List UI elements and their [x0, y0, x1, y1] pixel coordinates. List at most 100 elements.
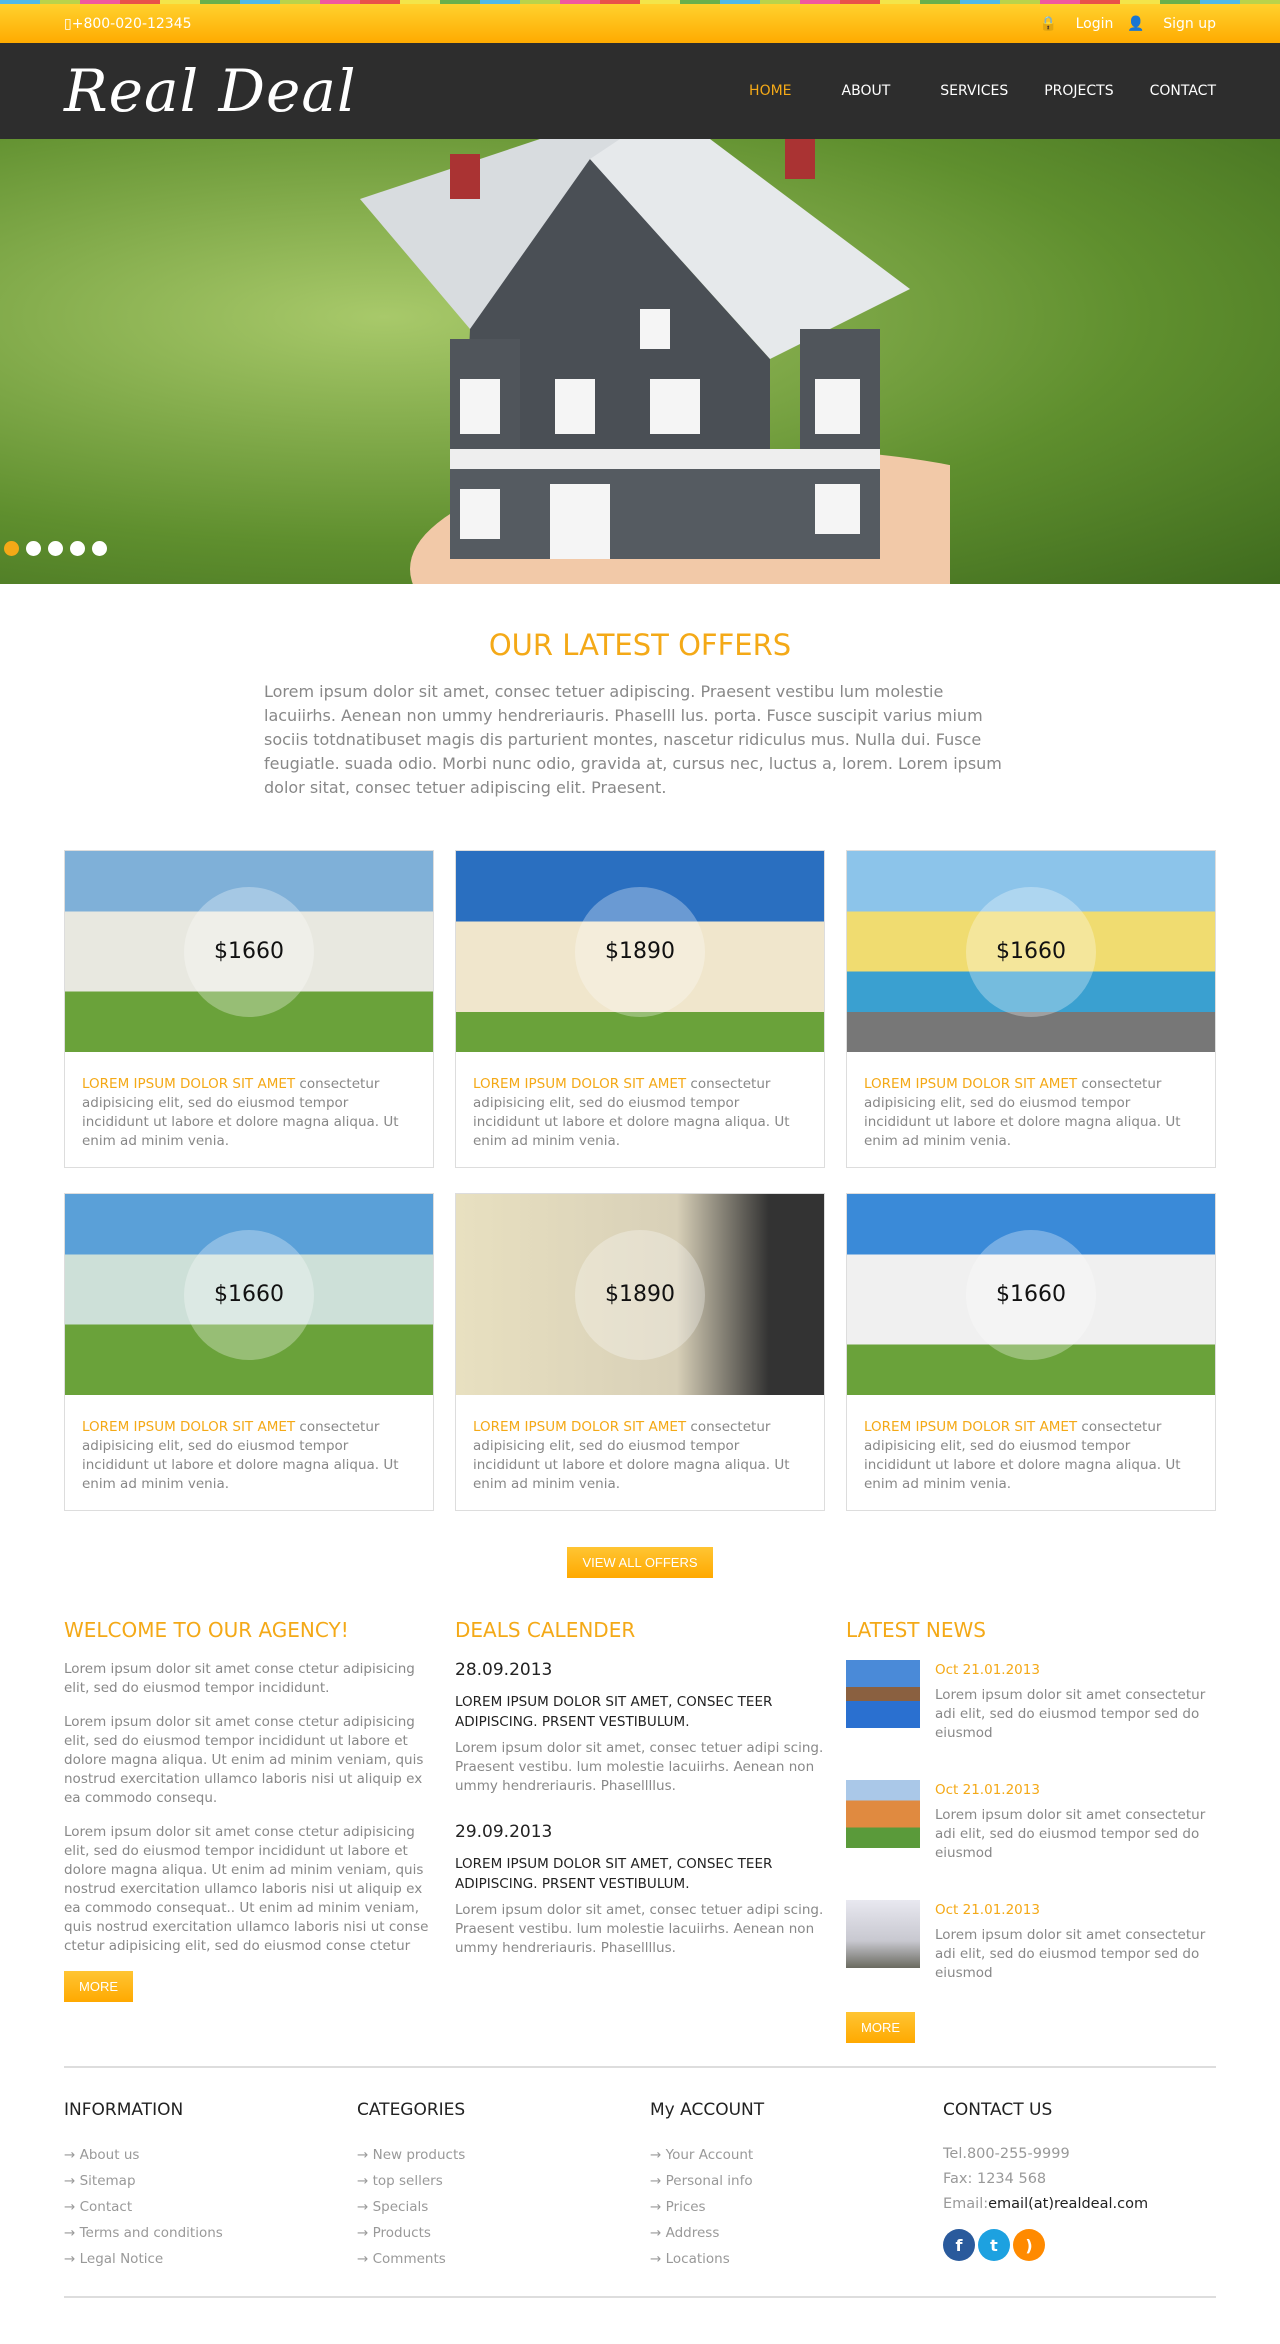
arrow-icon: →	[64, 2225, 76, 2241]
offer-image[interactable]: $1660	[847, 1194, 1215, 1395]
footer-link-label: top sellers	[372, 2173, 443, 2189]
nav-services[interactable]: SERVICES	[940, 83, 1008, 99]
offer-image[interactable]: $1890	[456, 1194, 824, 1395]
news-date[interactable]: Oct 21.01.2013	[935, 1782, 1216, 1798]
offer-lead[interactable]: LOREM IPSUM DOLOR SIT AMET	[473, 1076, 686, 1092]
arrow-icon: →	[650, 2251, 662, 2267]
news-item: Oct 21.01.2013 Lorem ipsum dolor sit amet…	[846, 1900, 1216, 1983]
footer-link-label: Contact	[79, 2199, 133, 2215]
deal-title[interactable]: LOREM IPSUM DOLOR SIT AMET, CONSEC TEER …	[455, 1854, 825, 1894]
arrow-icon: →	[650, 2199, 662, 2215]
offers-intro: Lorem ipsum dolor sit amet, consec tetue…	[264, 682, 1002, 797]
arrow-icon: →	[64, 2147, 76, 2163]
arrow-icon: →	[64, 2173, 76, 2189]
footer-link[interactable]: → Legal Notice	[64, 2246, 357, 2272]
news-date[interactable]: Oct 21.01.2013	[935, 1902, 1216, 1918]
footer-link-label: Sitemap	[79, 2173, 136, 2189]
hero-slider	[0, 139, 1280, 584]
contact-email[interactable]: email(at)realdeal.com	[988, 2196, 1148, 2212]
offer-card[interactable]: $1660 LOREM IPSUM DOLOR SIT AMET consecte…	[846, 1193, 1216, 1511]
footer-link[interactable]: → Personal info	[650, 2168, 943, 2194]
twitter-icon[interactable]: t	[978, 2229, 1010, 2261]
offer-lead[interactable]: LOREM IPSUM DOLOR SIT AMET	[82, 1076, 295, 1092]
nav-about[interactable]: ABOUT	[842, 83, 891, 99]
footer-link[interactable]: → Prices	[650, 2194, 943, 2220]
offer-card[interactable]: $1890 LOREM IPSUM DOLOR SIT AMET consecte…	[455, 1193, 825, 1511]
arrow-icon: →	[357, 2199, 369, 2215]
slider-dot[interactable]	[48, 541, 63, 556]
offer-lead[interactable]: LOREM IPSUM DOLOR SIT AMET	[864, 1076, 1077, 1092]
nav-home[interactable]: HOME	[749, 83, 791, 99]
offer-image[interactable]: $1660	[65, 851, 433, 1052]
footer-link[interactable]: → Address	[650, 2220, 943, 2246]
offers-section: OUR LATEST OFFERS Lorem ipsum dolor sit …	[0, 584, 1280, 800]
offer-price: $1660	[184, 1229, 314, 1360]
footer-link[interactable]: → Specials	[357, 2194, 650, 2220]
rss-icon[interactable]: )	[1013, 2229, 1045, 2261]
logo[interactable]: Real Deal	[64, 57, 357, 125]
slider-dot[interactable]	[26, 541, 41, 556]
info-sections: WELCOME TO OUR AGENCY! Lorem ipsum dolor…	[64, 1618, 1216, 2043]
slider-dot[interactable]	[4, 541, 19, 556]
offer-image[interactable]: $1660	[65, 1194, 433, 1395]
footer-link[interactable]: → Comments	[357, 2246, 650, 2272]
news-text: Lorem ipsum dolor sit amet consectetur a…	[935, 1807, 1206, 1861]
slider-dot[interactable]	[92, 541, 107, 556]
news-thumbnail[interactable]	[846, 1900, 920, 1968]
news-date[interactable]: Oct 21.01.2013	[935, 1662, 1216, 1678]
offer-image[interactable]: $1890	[456, 851, 824, 1052]
arrow-icon: →	[357, 2147, 369, 2163]
offer-card[interactable]: $1660 LOREM IPSUM DOLOR SIT AMET consecte…	[846, 850, 1216, 1168]
offer-lead[interactable]: LOREM IPSUM DOLOR SIT AMET	[473, 1419, 686, 1435]
offer-lead[interactable]: LOREM IPSUM DOLOR SIT AMET	[82, 1419, 295, 1435]
offer-card[interactable]: $1890 LOREM IPSUM DOLOR SIT AMET consecte…	[455, 850, 825, 1168]
deal-title[interactable]: LOREM IPSUM DOLOR SIT AMET, CONSEC TEER …	[455, 1692, 825, 1732]
deal-date: 29.09.2013	[455, 1822, 553, 1842]
footer-link[interactable]: → New products	[357, 2142, 650, 2168]
view-all-offers-button[interactable]: VIEW ALL OFFERS	[567, 1547, 713, 1578]
footer-link[interactable]: → Contact	[64, 2194, 357, 2220]
phone-icon: ▯	[64, 15, 72, 32]
footer-link[interactable]: → Products	[357, 2220, 650, 2246]
footer-heading: My ACCOUNT	[650, 2100, 765, 2120]
news-item: Oct 21.01.2013 Lorem ipsum dolor sit amet…	[846, 1660, 1216, 1743]
welcome-paragraph: Lorem ipsum dolor sit amet conse ctetur …	[64, 1824, 429, 1954]
arrow-icon: →	[650, 2147, 662, 2163]
footer-link[interactable]: → top sellers	[357, 2168, 650, 2194]
slider-dots	[4, 541, 107, 556]
footer-link-label: Your Account	[665, 2147, 754, 2163]
top-bar: ▯+800-020-12345 🔒 Login 👤 Sign up	[0, 4, 1280, 43]
arrow-icon: →	[650, 2173, 662, 2189]
slider-dot[interactable]	[70, 541, 85, 556]
welcome-title: WELCOME TO OUR AGENCY!	[64, 1618, 349, 1642]
footer-link[interactable]: → Your Account	[650, 2142, 943, 2168]
news-thumbnail[interactable]	[846, 1660, 920, 1728]
offer-grid: $1660 LOREM IPSUM DOLOR SIT AMET consecte…	[64, 850, 1216, 1511]
news-thumbnail[interactable]	[846, 1780, 920, 1848]
signup-label: Sign up	[1163, 15, 1216, 32]
news-more-button[interactable]: MORE	[846, 2012, 915, 2043]
nav-contact[interactable]: CONTACT	[1150, 83, 1216, 99]
welcome-paragraph: Lorem ipsum dolor sit amet conse ctetur …	[64, 1714, 424, 1806]
offer-text: LOREM IPSUM DOLOR SIT AMET consectetur a…	[456, 1052, 824, 1174]
offer-card[interactable]: $1660 LOREM IPSUM DOLOR SIT AMET consecte…	[64, 850, 434, 1168]
offer-card[interactable]: $1660 LOREM IPSUM DOLOR SIT AMET consecte…	[64, 1193, 434, 1511]
offer-image[interactable]: $1660	[847, 851, 1215, 1052]
footer-link[interactable]: → Sitemap	[64, 2168, 357, 2194]
offer-price: $1890	[575, 1229, 705, 1360]
facebook-icon[interactable]: f	[943, 2229, 975, 2261]
footer-link[interactable]: → Locations	[650, 2246, 943, 2272]
offer-lead[interactable]: LOREM IPSUM DOLOR SIT AMET	[864, 1419, 1077, 1435]
footer-link[interactable]: → Terms and conditions	[64, 2220, 357, 2246]
footer-categories: CATEGORIES → New products → top sellers → S…	[357, 2100, 650, 2272]
welcome-more-button[interactable]: MORE	[64, 1971, 133, 2002]
contact-fax: Fax: 1234 568	[943, 2171, 1047, 2187]
offers-title: OUR LATEST OFFERS	[488, 628, 792, 662]
footer-link-label: Prices	[665, 2199, 706, 2215]
signup-link[interactable]: 👤 Sign up	[1127, 16, 1216, 32]
login-link[interactable]: 🔒 Login	[1040, 16, 1114, 32]
arrow-icon: →	[64, 2251, 76, 2267]
arrow-icon: →	[357, 2251, 369, 2267]
footer-link[interactable]: → About us	[64, 2142, 357, 2168]
nav-projects[interactable]: PROJECTS	[1044, 83, 1113, 99]
